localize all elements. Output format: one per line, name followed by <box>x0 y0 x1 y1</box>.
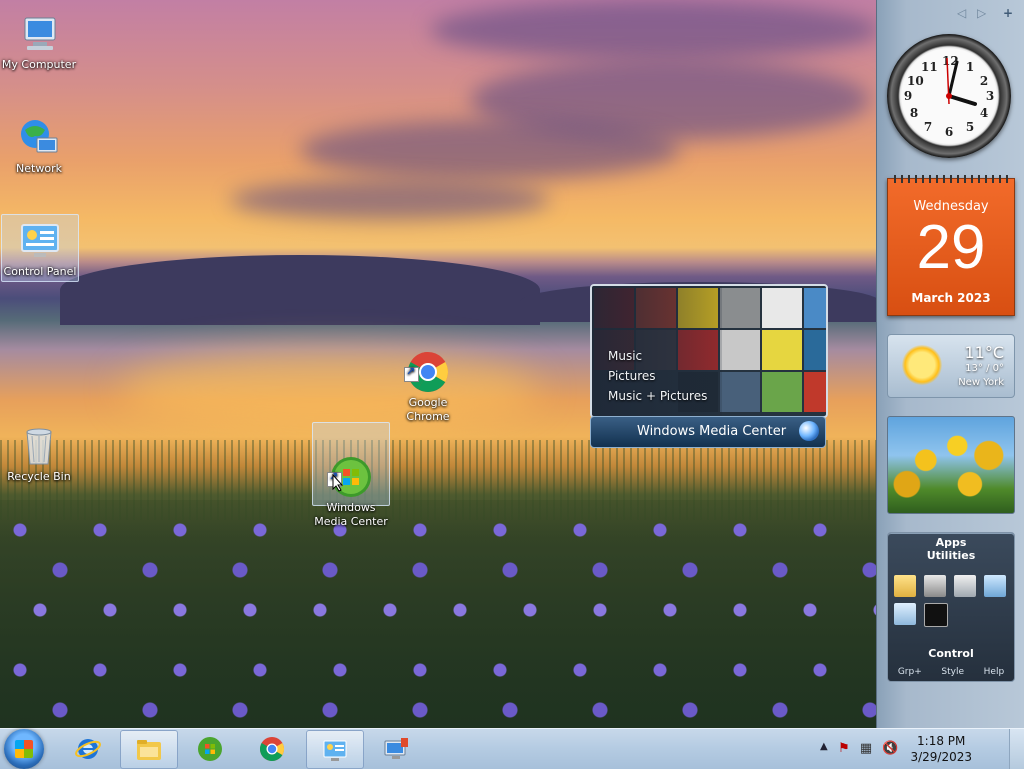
apps-footer-help-button[interactable]: Help <box>984 667 1005 677</box>
computer-icon <box>17 12 61 56</box>
desktop-icon-label: Network <box>16 162 62 175</box>
weather-range: 13° / 0° <box>965 363 1004 374</box>
calendar-day: 29 <box>916 213 986 282</box>
mouse-cursor-icon <box>332 474 344 492</box>
desktop-wallpaper <box>0 0 1024 728</box>
command-prompt-icon[interactable] <box>924 603 948 627</box>
folder-icon[interactable] <box>894 575 916 597</box>
desktop-icon-google-chrome[interactable]: Google Chrome <box>390 318 466 423</box>
notepad-icon[interactable] <box>894 603 916 625</box>
weather-temperature: 11°C <box>964 343 1004 362</box>
desktop-icon-windows-media-center[interactable]: Windows Media Center <box>312 422 390 528</box>
weather-gadget[interactable]: 11°C 13° / 0° New York <box>887 334 1015 398</box>
menu-item-music[interactable]: Music <box>608 346 707 366</box>
desktop-icon-label: My Computer <box>1 58 77 71</box>
network-status-icon[interactable]: ▦ <box>858 741 874 757</box>
taskbar-control-panel[interactable] <box>306 730 364 769</box>
apps-title: Apps <box>935 536 967 549</box>
volume-muted-icon[interactable]: 🔇 <box>882 741 898 757</box>
internet-explorer-icon <box>75 739 101 759</box>
next-arrow-icon[interactable]: ▷ <box>977 6 986 20</box>
recycle-bin-icon <box>17 424 61 468</box>
taskbar-time: 1:18 PM <box>917 734 966 748</box>
windows-orb-icon <box>799 421 819 441</box>
taskbar-date: 3/29/2023 <box>910 750 972 764</box>
clock-gadget[interactable]: 12 1 2 3 4 5 6 7 8 9 10 11 <box>887 34 1011 158</box>
add-gadget-icon[interactable]: + <box>1003 6 1013 20</box>
file-explorer-icon <box>137 740 161 760</box>
chrome-icon <box>404 336 450 392</box>
desktop-icon-label: Windows Media Center <box>314 501 388 528</box>
desktop-icon-label: Control Panel <box>3 265 77 278</box>
remote-desktop-icon <box>384 738 408 759</box>
media-center-menu: Music Pictures Music + Pictures <box>608 346 707 406</box>
taskbar-clock[interactable]: 1:18 PM 3/29/2023 <box>910 733 972 765</box>
apps-footer-grp-button[interactable]: Grp+ <box>898 667 922 677</box>
slideshow-gadget[interactable] <box>887 416 1015 514</box>
media-center-preview[interactable]: Music Pictures Music + Pictures <box>590 284 828 418</box>
desktop-icon-control-panel[interactable]: Control Panel <box>1 214 79 282</box>
taskbar-google-chrome[interactable] <box>244 730 300 767</box>
show-hidden-icons-icon[interactable]: ▲ <box>820 741 828 752</box>
menu-item-pictures[interactable]: Pictures <box>608 366 707 386</box>
control-panel-icon <box>18 219 62 263</box>
desktop-icon-label: Recycle Bin <box>7 470 71 483</box>
calendar-gadget[interactable]: Wednesday 29 March 2023 <box>887 175 1015 316</box>
scanner-icon[interactable] <box>924 575 946 597</box>
apps-section-control: Control <box>928 647 974 660</box>
clock-hands <box>946 57 977 106</box>
previous-arrow-icon[interactable]: ◁ <box>957 6 966 20</box>
weather-city: New York <box>958 377 1004 388</box>
show-desktop-button[interactable] <box>1009 729 1024 769</box>
calendar-month: March 2023 <box>911 291 991 305</box>
sun-icon <box>902 345 942 385</box>
apps-footer-style-button[interactable]: Style <box>941 667 964 677</box>
action-center-icon[interactable]: ⚑ <box>836 741 852 757</box>
calendar-weekday: Wednesday <box>913 199 989 214</box>
windows-sidebar: ◁ ▷ + 12 1 2 3 4 5 6 7 8 9 10 11 Wednesd… <box>876 0 1024 728</box>
taskbar-remote-desktop[interactable] <box>368 730 424 767</box>
eraser-icon[interactable] <box>984 575 1006 597</box>
desktop-icon-my-computer[interactable]: My Computer <box>1 8 77 76</box>
desktop-icon-recycle-bin[interactable]: Recycle Bin <box>1 420 77 488</box>
shortcut-arrow-icon <box>404 365 419 382</box>
media-center-titlebar[interactable]: Windows Media Center <box>590 416 826 448</box>
windows-logo-icon <box>15 740 33 758</box>
control-panel-icon <box>323 740 347 761</box>
desktop-icon-label: Google Chrome <box>406 396 450 423</box>
apps-gadget[interactable]: Apps Utilities Control Grp+ Style Help <box>887 532 1015 682</box>
desktop-icon-network[interactable]: Network <box>1 112 77 180</box>
taskbar-file-explorer[interactable] <box>120 730 178 769</box>
apps-section-utilities: Utilities <box>926 549 976 562</box>
taskbar-windows-media-center[interactable] <box>182 730 238 767</box>
media-center-icon <box>198 737 222 761</box>
start-button[interactable] <box>4 729 44 769</box>
taskbar: ▲ ⚑ ▦ 🔇 1:18 PM 3/29/2023 <box>0 728 1024 769</box>
network-icon <box>17 116 61 160</box>
media-center-title: Windows Media Center <box>637 424 787 439</box>
device-icon[interactable] <box>954 575 976 597</box>
taskbar-internet-explorer[interactable] <box>60 730 116 767</box>
chrome-icon <box>259 737 285 762</box>
menu-item-music-pictures[interactable]: Music + Pictures <box>608 386 707 406</box>
